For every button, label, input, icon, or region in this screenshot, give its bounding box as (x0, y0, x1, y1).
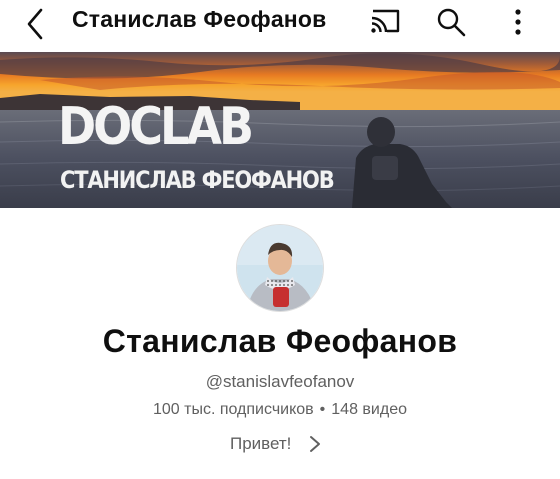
banner-title: DOCLAB (58, 96, 254, 157)
banner-subtitle: СТАНИСЛАВ ФЕОФАНОВ (60, 166, 335, 194)
chevron-right-icon (310, 436, 321, 452)
video-count: 148 видео (331, 401, 407, 418)
cast-icon[interactable] (368, 7, 402, 35)
channel-about-link[interactable]: Привет! (230, 432, 321, 456)
channel-handle: @stanislavfeofanov (205, 372, 355, 391)
channel-banner: DOCLAB СТАНИСЛАВ ФЕОФАНОВ (0, 52, 560, 208)
stats-separator: • (319, 401, 326, 418)
channel-name: Станислав Феофанов (102, 323, 458, 359)
avatar-image (237, 225, 323, 311)
top-app-bar: Станислав Феофанов (0, 0, 560, 50)
page-title: Станислав Феофанов (72, 6, 327, 32)
channel-avatar[interactable] (236, 224, 324, 312)
search-icon[interactable] (435, 6, 467, 38)
channel-stats: 100 тыс. подписчиков • 148 видео (0, 401, 560, 419)
subscriber-count: 100 тыс. подписчиков (152, 401, 314, 418)
about-text: Привет! (230, 434, 292, 453)
more-vert-icon[interactable] (506, 6, 530, 38)
back-arrow-icon[interactable] (22, 7, 50, 41)
